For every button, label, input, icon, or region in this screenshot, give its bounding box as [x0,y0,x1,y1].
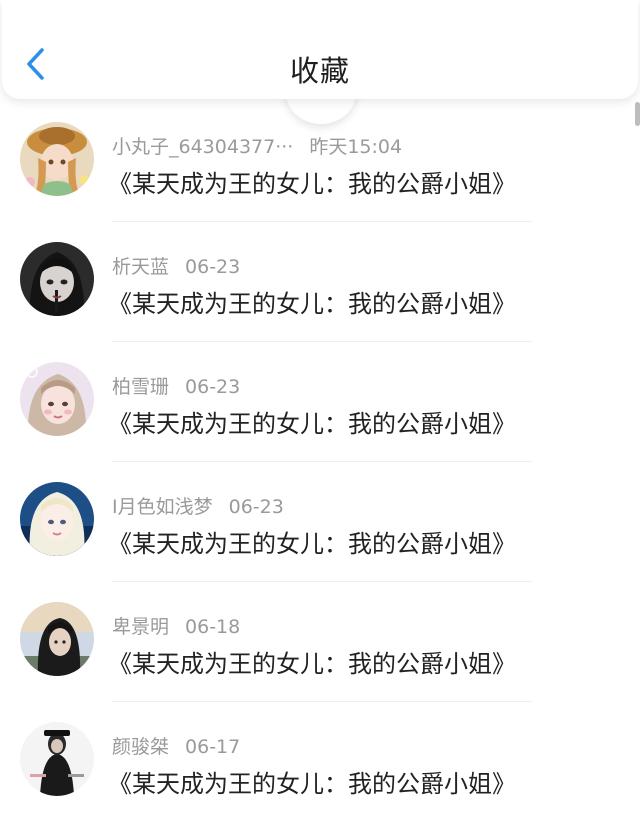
item-meta: I月色如浅梦 06-23 [112,492,284,519]
top-bar: 收藏 [2,0,638,99]
timestamp: 06-17 [185,736,241,758]
avatar[interactable] [20,482,94,556]
favorite-item[interactable]: 颜骏桀 06-17 《某天成为王的女儿：我的公爵小姐》 [0,702,640,822]
favorite-text[interactable]: 《某天成为王的女儿：我的公爵小姐》 [108,524,516,559]
favorite-item[interactable]: 卑景明 06-18 《某天成为王的女儿：我的公爵小姐》 [0,582,640,702]
item-meta: 卑景明 06-18 [112,612,240,639]
favorite-text[interactable]: 《某天成为王的女儿：我的公爵小姐》 [108,764,516,799]
avatar[interactable] [20,242,94,316]
avatar[interactable] [20,362,94,436]
timestamp: 06-18 [185,616,241,638]
username[interactable]: I月色如浅梦 [112,496,213,518]
avatar[interactable] [20,602,94,676]
timestamp: 06-23 [185,376,241,398]
username[interactable]: 小丸子_64304377··· [112,136,293,158]
username[interactable]: 析天蓝 [112,256,169,278]
timestamp: 06-23 [185,256,241,278]
favorite-text[interactable]: 《某天成为王的女儿：我的公爵小姐》 [108,284,516,319]
favorite-text[interactable]: 《某天成为王的女儿：我的公爵小姐》 [108,164,516,199]
username[interactable]: 卑景明 [112,616,169,638]
item-meta: 小丸子_64304377··· 昨天15:04 [112,132,402,159]
item-meta: 析天蓝 06-23 [112,252,240,279]
username[interactable]: 柏雪珊 [112,376,169,398]
favorite-item[interactable]: 柏雪珊 06-23 《某天成为王的女儿：我的公爵小姐》 [0,342,640,462]
item-meta: 柏雪珊 06-23 [112,372,240,399]
avatar[interactable] [20,722,94,796]
favorite-item[interactable]: 析天蓝 06-23 《某天成为王的女儿：我的公爵小姐》 [0,222,640,342]
favorite-item[interactable]: I月色如浅梦 06-23 《某天成为王的女儿：我的公爵小姐》 [0,462,640,582]
page-title: 收藏 [289,54,350,88]
timestamp: 昨天15:04 [309,136,403,158]
favorite-text[interactable]: 《某天成为王的女儿：我的公爵小姐》 [108,404,516,439]
username[interactable]: 颜骏桀 [112,736,169,758]
timestamp: 06-23 [228,496,284,518]
avatar[interactable] [20,122,94,196]
item-meta: 颜骏桀 06-17 [112,732,240,759]
favorite-text[interactable]: 《某天成为王的女儿：我的公爵小姐》 [108,644,516,679]
